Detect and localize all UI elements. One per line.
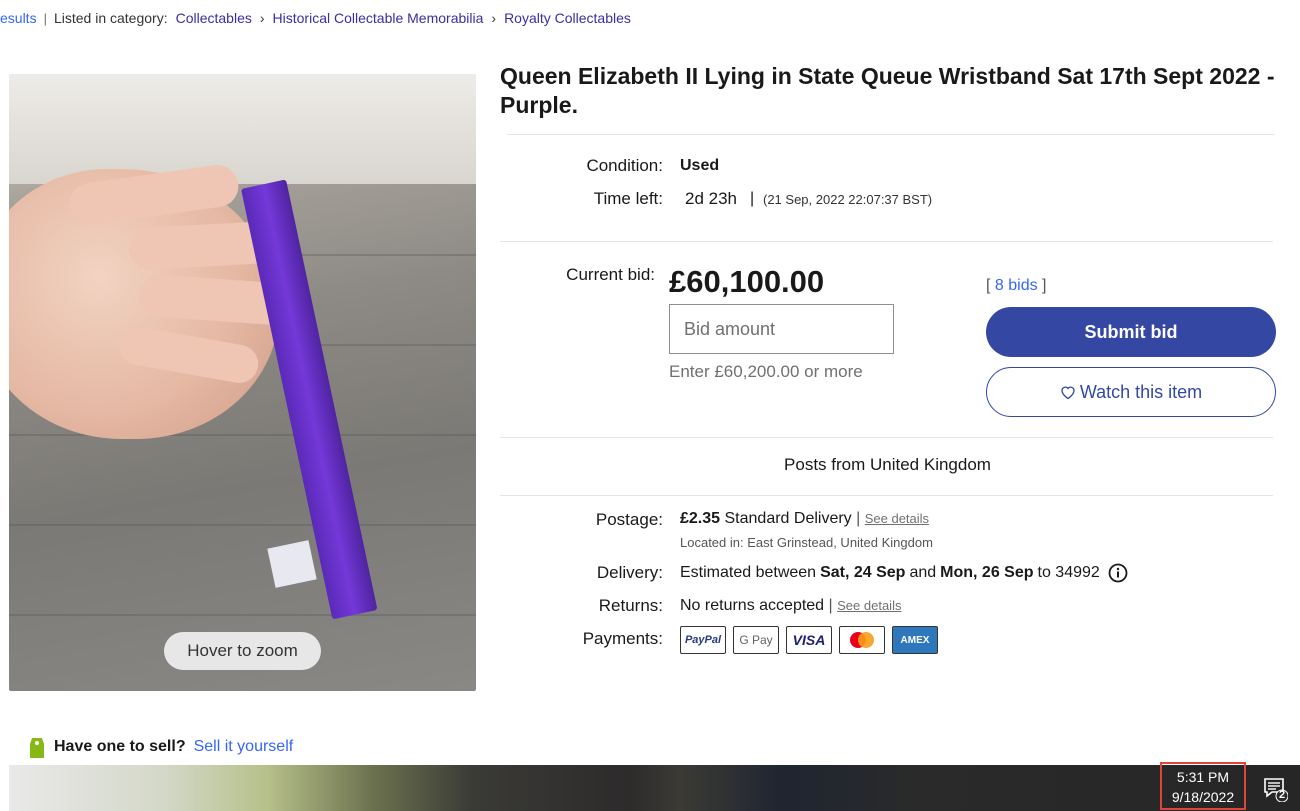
delivery-destination: to 34992 xyxy=(1037,564,1100,581)
divider xyxy=(500,241,1273,242)
watch-item-label: Watch this item xyxy=(1079,381,1203,402)
postage-info: £2.35 Standard Delivery | See details xyxy=(680,510,930,527)
paypal-icon: PayPal xyxy=(680,626,726,654)
delivery-info: Estimated between Sat, 24 Sep and Mon, 2… xyxy=(680,563,1128,583)
have-one-to-sell: Have one to sell? xyxy=(54,738,186,755)
clock-time: 5:31 PM xyxy=(1176,769,1230,785)
info-icon[interactable] xyxy=(1108,563,1128,583)
breadcrumb-royalty-collectables[interactable]: Royalty Collectables xyxy=(504,10,631,26)
listing-title: Queen Elizabeth II Lying in State Queue … xyxy=(500,63,1275,118)
divider xyxy=(507,134,1274,135)
back-to-results-link[interactable]: esults xyxy=(0,10,37,26)
posts-from: Posts from United Kingdom xyxy=(784,455,991,474)
auction-end-time: (21 Sep, 2022 22:07:37 BST) xyxy=(763,192,933,207)
postage-label: Postage: xyxy=(595,510,663,529)
sell-prompt: Have one to sell? Sell it yourself xyxy=(28,734,293,760)
returns-info: No returns accepted | See details xyxy=(680,597,902,614)
google-pay-icon: G Pay xyxy=(733,626,779,654)
notification-center-icon[interactable]: 2 xyxy=(1262,776,1289,803)
delivery-label: Delivery: xyxy=(596,563,663,582)
windows-taskbar xyxy=(9,765,1300,811)
breadcrumb: esults | Listed in category: Collectable… xyxy=(0,8,631,28)
wristband-end-shape xyxy=(267,540,317,588)
payments-label: Payments: xyxy=(582,629,663,648)
visa-icon: VISA xyxy=(786,626,832,654)
watch-item-button[interactable]: Watch this item xyxy=(986,367,1276,417)
product-image[interactable]: Hover to zoom xyxy=(9,74,476,691)
taskbar-clock[interactable]: 5:31 PM 9/18/2022 xyxy=(1160,762,1246,810)
amex-icon: AMEX xyxy=(892,626,938,654)
delivery-prefix: Estimated between xyxy=(680,564,817,581)
price-tag-icon xyxy=(30,738,44,758)
divider xyxy=(500,495,1273,496)
delivery-start: Sat, 24 Sep xyxy=(820,564,906,581)
postage-method: Standard Delivery xyxy=(724,510,852,527)
bids-link[interactable]: 8 bids xyxy=(995,277,1038,294)
submit-bid-button[interactable]: Submit bid xyxy=(986,307,1276,357)
delivery-and: and xyxy=(909,564,937,581)
breadcrumb-collectables[interactable]: Collectables xyxy=(176,10,252,26)
divider xyxy=(500,437,1273,438)
current-bid-value: £60,100.00 xyxy=(669,264,825,299)
delivery-end: Mon, 26 Sep xyxy=(940,564,1034,581)
current-bid-label: Current bid: xyxy=(566,265,655,284)
mastercard-icon xyxy=(839,626,885,654)
breadcrumb-separator: | xyxy=(43,10,47,26)
condition-value: Used xyxy=(680,157,720,174)
clock-date: 9/18/2022 xyxy=(1171,789,1235,805)
listed-in-label: Listed in category: xyxy=(53,10,168,26)
bid-hint: Enter £60,200.00 or more xyxy=(669,362,863,381)
condition-label: Condition: xyxy=(586,156,663,175)
postage-see-details-link[interactable]: See details xyxy=(865,511,929,526)
heart-icon xyxy=(1061,386,1075,399)
chevron-right-icon: › xyxy=(259,10,265,26)
breadcrumb-historical-memorabilia[interactable]: Historical Collectable Memorabilia xyxy=(273,10,484,26)
returns-label: Returns: xyxy=(598,596,663,615)
time-left-separator: | xyxy=(750,190,755,207)
notification-count: 2 xyxy=(1278,789,1286,801)
bid-count: [ 8 bids ] xyxy=(986,277,1047,294)
postage-price: £2.35 xyxy=(680,510,721,527)
image-background-wall xyxy=(9,74,476,184)
hover-to-zoom-label: Hover to zoom xyxy=(164,632,321,670)
sell-it-yourself-link[interactable]: Sell it yourself xyxy=(194,738,294,756)
chevron-right-icon: › xyxy=(491,10,497,26)
time-left-label: Time left: xyxy=(593,189,663,208)
returns-see-details-link[interactable]: See details xyxy=(837,598,901,613)
bid-amount-input[interactable]: Bid amount xyxy=(669,304,894,354)
item-location: Located in: East Grinstead, United Kingd… xyxy=(680,535,933,550)
returns-value: No returns accepted xyxy=(680,597,825,614)
time-left-value: 2d 23h xyxy=(685,189,737,208)
